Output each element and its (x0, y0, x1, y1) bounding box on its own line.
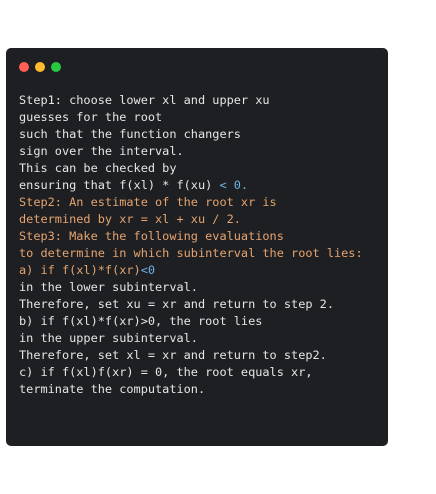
code-line: b) if f(xl)*f(xr)>0, the root lies (19, 313, 363, 330)
code-text: c) if f(xl)f(xr) = 0, the root equals xr… (19, 365, 313, 379)
code-text: a) if f(xl)*f(xr) (19, 263, 141, 277)
code-text: <0 (140, 263, 156, 277)
code-line: determined by xr = xl + xu / 2. (19, 211, 363, 228)
code-line: This can be checked by (19, 160, 363, 177)
window-controls (19, 62, 61, 72)
code-line: Therefore, set xl = xr and return to ste… (19, 347, 363, 364)
code-line: Step3: Make the following evaluations (19, 228, 363, 245)
code-line: to determine in which subinterval the ro… (19, 245, 363, 262)
code-line: Step1: choose lower xl and upper xu (19, 92, 363, 109)
code-text: in the upper subinterval. (19, 331, 198, 345)
code-text: Step2: An estimate of the root xr is (19, 195, 277, 209)
code-line: a) if f(xl)*f(xr)<0 (19, 262, 363, 279)
code-line: such that the function changers (19, 126, 363, 143)
code-text: Therefore, set xu = xr and return to ste… (19, 297, 334, 311)
code-block: Step1: choose lower xl and upper xu guess… (19, 92, 363, 398)
code-text: such that the function changers (19, 127, 241, 141)
code-line: in the upper subinterval. (19, 330, 363, 347)
code-line: guesses for the root (19, 109, 363, 126)
code-text: sign over the interval. (19, 144, 184, 158)
code-window: Step1: choose lower xl and upper xu guess… (6, 48, 388, 446)
code-line: Therefore, set xu = xr and return to ste… (19, 296, 363, 313)
code-line: sign over the interval. (19, 143, 363, 160)
code-text: in the lower subinterval. (19, 280, 198, 294)
code-text: b) if f(xl)*f(xr)>0, the root lies (19, 314, 263, 328)
code-line: ensuring that f(xl) * f(xu) < 0. (19, 177, 363, 194)
code-text: terminate the computation. (19, 382, 206, 396)
code-text: Step3: Make the following evaluations (19, 229, 284, 243)
code-text: ensuring that f(xl) * f(xu) (19, 178, 220, 192)
maximize-dot-icon[interactable] (51, 62, 61, 72)
code-line: c) if f(xl)f(xr) = 0, the root equals xr… (19, 364, 363, 381)
code-text: guesses for the root (19, 110, 163, 124)
code-line: Step2: An estimate of the root xr is (19, 194, 363, 211)
code-text: < 0. (219, 178, 249, 192)
code-text: Step1: choose lower xl and upper xu (19, 93, 270, 107)
code-text: determined by xr = xl + xu / 2. (19, 212, 241, 226)
code-line: in the lower subinterval. (19, 279, 363, 296)
code-text: Therefore, set xl = xr and return to ste… (19, 348, 327, 362)
minimize-dot-icon[interactable] (35, 62, 45, 72)
code-line: terminate the computation. (19, 381, 363, 398)
close-dot-icon[interactable] (19, 62, 29, 72)
code-text: to determine in which subinterval the ro… (19, 246, 363, 260)
code-text: This can be checked by (19, 161, 177, 175)
